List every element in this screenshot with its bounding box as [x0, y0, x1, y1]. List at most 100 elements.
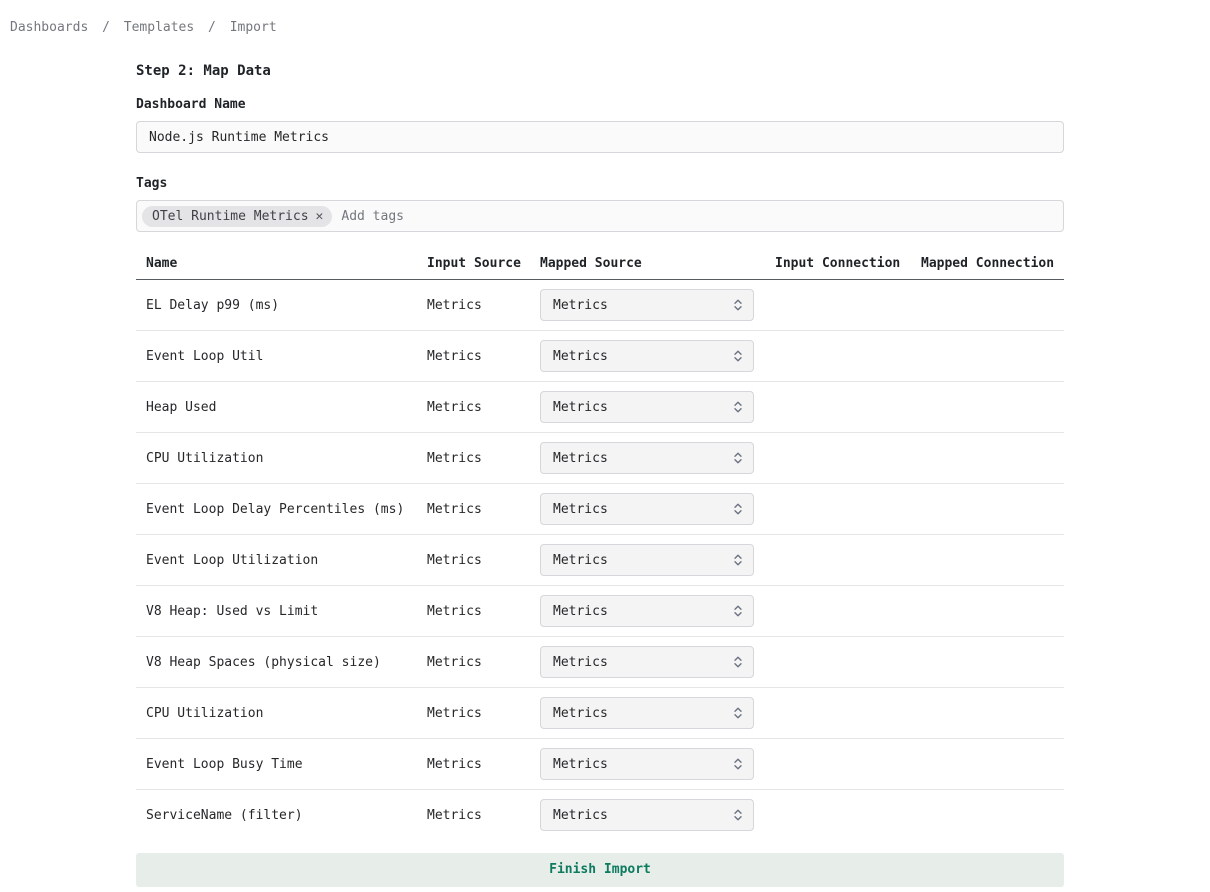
row-mapped-connection — [921, 637, 1064, 688]
table-row: Event Loop Delay Percentiles (ms)Metrics… — [136, 484, 1064, 535]
row-input-connection — [775, 790, 921, 841]
table-row: CPU UtilizationMetricsMetrics — [136, 688, 1064, 739]
row-name: V8 Heap Spaces (physical size) — [136, 637, 427, 688]
mapped-source-select[interactable]: Metrics — [540, 697, 754, 729]
row-input-source: Metrics — [427, 586, 540, 637]
mapped-source-select[interactable]: Metrics — [540, 544, 754, 576]
row-input-source: Metrics — [427, 535, 540, 586]
breadcrumb-templates[interactable]: Templates — [124, 20, 194, 35]
breadcrumb-dashboards[interactable]: Dashboards — [10, 20, 88, 35]
row-input-connection — [775, 535, 921, 586]
row-input-source: Metrics — [427, 790, 540, 841]
row-input-connection — [775, 586, 921, 637]
dashboard-name-input[interactable] — [136, 121, 1064, 153]
mapped-source-value: Metrics — [553, 298, 608, 313]
row-input-source: Metrics — [427, 739, 540, 790]
row-name: Heap Used — [136, 382, 427, 433]
row-name: Event Loop Delay Percentiles (ms) — [136, 484, 427, 535]
chevron-up-down-icon — [732, 349, 744, 363]
row-input-connection — [775, 433, 921, 484]
row-mapped-connection — [921, 382, 1064, 433]
mapping-table: Name Input Source Mapped Source Input Co… — [136, 232, 1064, 841]
row-mapped-connection — [921, 280, 1064, 331]
table-row: Event Loop UtilizationMetricsMetrics — [136, 535, 1064, 586]
tags-label: Tags — [136, 176, 1064, 191]
table-row: V8 Heap: Used vs LimitMetricsMetrics — [136, 586, 1064, 637]
row-mapped-connection — [921, 331, 1064, 382]
row-input-connection — [775, 280, 921, 331]
mapped-source-select[interactable]: Metrics — [540, 646, 754, 678]
table-row: EL Delay p99 (ms)MetricsMetrics — [136, 280, 1064, 331]
table-row: Event Loop Busy TimeMetricsMetrics — [136, 739, 1064, 790]
row-input-connection — [775, 331, 921, 382]
row-input-connection — [775, 637, 921, 688]
mapped-source-value: Metrics — [553, 451, 608, 466]
row-input-source: Metrics — [427, 280, 540, 331]
chevron-up-down-icon — [732, 808, 744, 822]
row-input-source: Metrics — [427, 433, 540, 484]
mapped-source-value: Metrics — [553, 349, 608, 364]
chevron-up-down-icon — [732, 451, 744, 465]
tag-chip: OTel Runtime Metrics ✕ — [142, 206, 332, 227]
row-mapped-connection — [921, 688, 1064, 739]
column-header-mapped-source: Mapped Source — [540, 232, 775, 280]
tag-chip-label: OTel Runtime Metrics — [152, 209, 309, 224]
table-header-row: Name Input Source Mapped Source Input Co… — [136, 232, 1064, 280]
row-mapped-connection — [921, 535, 1064, 586]
mapped-source-select[interactable]: Metrics — [540, 799, 754, 831]
row-mapped-source-cell: Metrics — [540, 637, 775, 688]
row-input-connection — [775, 739, 921, 790]
row-mapped-source-cell: Metrics — [540, 484, 775, 535]
chevron-up-down-icon — [732, 655, 744, 669]
dashboard-name-label: Dashboard Name — [136, 97, 1064, 112]
row-input-connection — [775, 484, 921, 535]
mapped-source-select[interactable]: Metrics — [540, 289, 754, 321]
row-mapped-connection — [921, 790, 1064, 841]
row-mapped-connection — [921, 484, 1064, 535]
column-header-mapped-connection: Mapped Connection — [921, 232, 1064, 280]
table-row: V8 Heap Spaces (physical size)MetricsMet… — [136, 637, 1064, 688]
chevron-up-down-icon — [732, 502, 744, 516]
row-input-connection — [775, 382, 921, 433]
row-mapped-source-cell: Metrics — [540, 280, 775, 331]
row-mapped-source-cell: Metrics — [540, 790, 775, 841]
chevron-up-down-icon — [732, 553, 744, 567]
row-name: EL Delay p99 (ms) — [136, 280, 427, 331]
mapped-source-select[interactable]: Metrics — [540, 748, 754, 780]
finish-import-button[interactable]: Finish Import — [136, 853, 1064, 887]
mapped-source-value: Metrics — [553, 502, 608, 517]
table-row: Event Loop UtilMetricsMetrics — [136, 331, 1064, 382]
add-tags-input[interactable] — [341, 209, 1058, 224]
row-name: CPU Utilization — [136, 433, 427, 484]
row-mapped-source-cell: Metrics — [540, 739, 775, 790]
mapped-source-select[interactable]: Metrics — [540, 595, 754, 627]
breadcrumb-import[interactable]: Import — [230, 20, 277, 35]
row-mapped-source-cell: Metrics — [540, 535, 775, 586]
row-name: ServiceName (filter) — [136, 790, 427, 841]
import-step2-panel: Step 2: Map Data Dashboard Name Tags OTe… — [136, 63, 1064, 887]
mapped-source-select[interactable]: Metrics — [540, 340, 754, 372]
row-input-source: Metrics — [427, 484, 540, 535]
row-mapped-connection — [921, 586, 1064, 637]
column-header-input-source: Input Source — [427, 232, 540, 280]
tag-remove-icon[interactable]: ✕ — [316, 210, 324, 223]
mapped-source-value: Metrics — [553, 808, 608, 823]
row-mapped-source-cell: Metrics — [540, 586, 775, 637]
row-input-source: Metrics — [427, 637, 540, 688]
table-row: CPU UtilizationMetricsMetrics — [136, 433, 1064, 484]
chevron-up-down-icon — [732, 604, 744, 618]
chevron-up-down-icon — [732, 757, 744, 771]
mapped-source-select[interactable]: Metrics — [540, 493, 754, 525]
tags-input[interactable]: OTel Runtime Metrics ✕ — [136, 200, 1064, 232]
row-mapped-source-cell: Metrics — [540, 382, 775, 433]
mapped-source-value: Metrics — [553, 655, 608, 670]
row-mapped-connection — [921, 739, 1064, 790]
column-header-input-connection: Input Connection — [775, 232, 921, 280]
breadcrumb-separator: / — [208, 20, 216, 35]
row-mapped-source-cell: Metrics — [540, 433, 775, 484]
row-name: Event Loop Util — [136, 331, 427, 382]
mapped-source-select[interactable]: Metrics — [540, 391, 754, 423]
mapped-source-value: Metrics — [553, 553, 608, 568]
row-input-source: Metrics — [427, 688, 540, 739]
mapped-source-select[interactable]: Metrics — [540, 442, 754, 474]
